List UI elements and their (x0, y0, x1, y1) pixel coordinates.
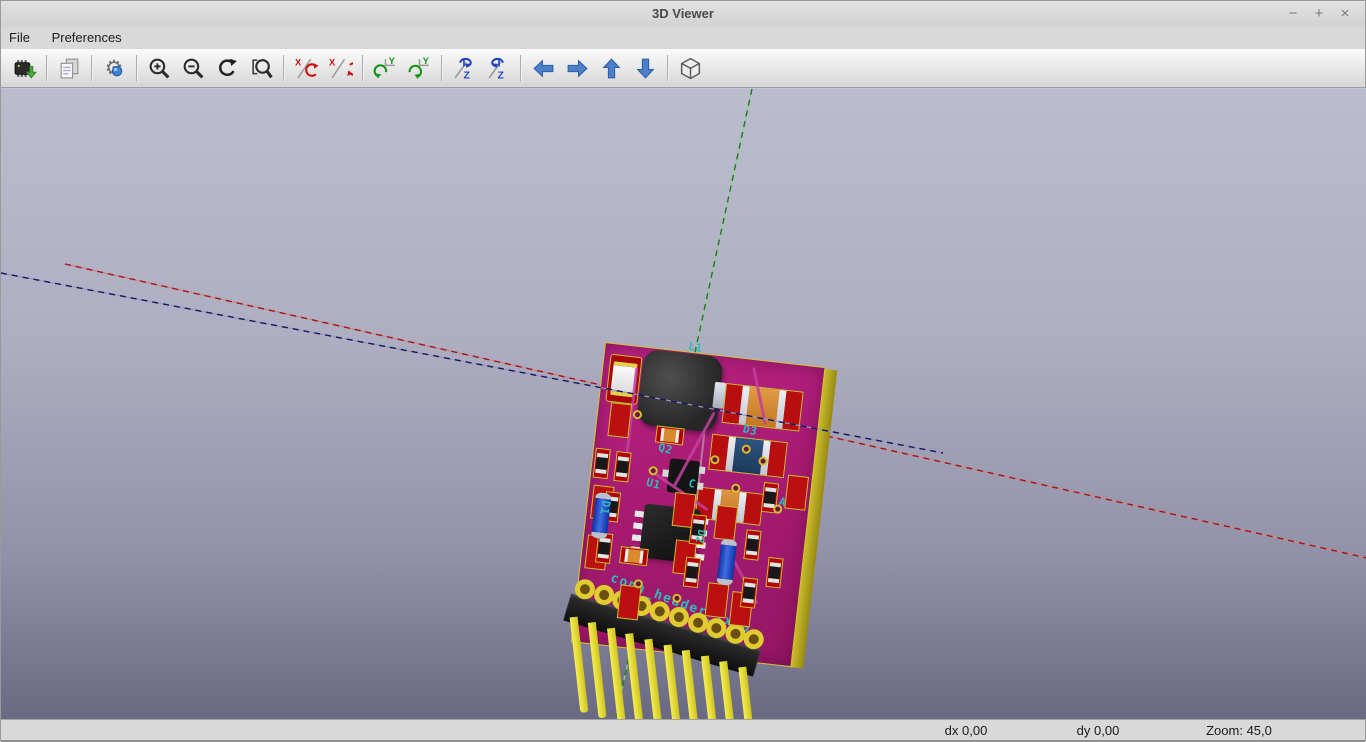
arrow-left-icon (531, 56, 556, 81)
toolbar-separator (441, 55, 442, 81)
toolbar-separator (91, 55, 92, 81)
toolbar: ⚙ (1, 49, 1365, 88)
toolbar-separator (283, 55, 284, 81)
magnifier-minus-icon (181, 56, 206, 81)
magnifier-fit-icon (249, 56, 274, 81)
pcb-pad (785, 476, 808, 510)
refresh-arrow-icon (215, 56, 240, 81)
move-left-button[interactable] (528, 53, 558, 83)
svg-text:Y: Y (422, 56, 429, 66)
copy-pages-icon (57, 56, 82, 81)
arrow-right-icon (565, 56, 590, 81)
rotate-x-counterclockwise-icon: X (328, 56, 353, 81)
rotate-x-clockwise-icon: X (294, 56, 319, 81)
minimize-button[interactable]: − (1283, 1, 1303, 27)
svg-text:Z: Z (463, 70, 470, 81)
toolbar-separator (136, 55, 137, 81)
header-pin (607, 628, 625, 719)
redraw-button[interactable] (212, 53, 242, 83)
wireframe-cube-icon (678, 56, 703, 81)
pcb-pad (618, 585, 641, 619)
title-bar[interactable]: 3D Viewer − + × (1, 1, 1365, 27)
status-dx: dx 0,00 (911, 723, 1021, 738)
rotate-z-cw-button[interactable]: Z (449, 53, 479, 83)
pcb-silkscreen-label: D1 (597, 499, 613, 516)
svg-text:X: X (329, 57, 336, 67)
arrow-up-icon (599, 56, 624, 81)
maximize-button[interactable]: + (1309, 1, 1329, 27)
status-zoom: Zoom: 45,0 (1169, 723, 1309, 738)
pcb-3d-model: conn_header_1x10 L1D3CAU1Q2D1D2 (571, 342, 826, 667)
pcb-pad (715, 506, 738, 540)
reload-board-button[interactable] (9, 53, 39, 83)
status-dy: dy 0,00 (1043, 723, 1153, 738)
status-bar: dx 0,00 dy 0,00 Zoom: 45,0 (1, 719, 1365, 742)
rotate-y-ccw-button[interactable]: Y (404, 53, 434, 83)
move-right-button[interactable] (562, 53, 592, 83)
toolbar-separator (520, 55, 521, 81)
pcb-pad (706, 583, 729, 617)
rotate-x-cw-button[interactable]: X (291, 53, 321, 83)
rotate-z-counterclockwise-icon: Z (486, 56, 511, 81)
pcb-silkscreen-label: D2 (693, 528, 709, 545)
copy-image-button[interactable] (54, 53, 84, 83)
header-pin (663, 644, 681, 719)
rotate-z-ccw-button[interactable]: Z (483, 53, 513, 83)
move-up-button[interactable] (596, 53, 626, 83)
menu-preferences[interactable]: Preferences (43, 27, 131, 49)
rotate-z-clockwise-icon: Z (452, 56, 477, 81)
viewport-canvas[interactable]: conn_header_1x10 L1D3CAU1Q2D1D2 (1, 88, 1366, 719)
toolbar-separator (362, 55, 363, 81)
toolbar-separator (46, 55, 47, 81)
ortho-projection-button[interactable] (675, 53, 705, 83)
pcb-chip-capacitor (620, 547, 648, 565)
menu-bar: File Preferences (1, 27, 1365, 49)
chip-reload-icon (12, 56, 37, 81)
arrow-down-icon (633, 56, 658, 81)
pcb-silkscreen-label: L1 (687, 340, 704, 356)
menu-file[interactable]: File (1, 27, 39, 49)
header-pin (625, 633, 643, 719)
rotate-y-clockwise-icon: Y (373, 56, 398, 81)
svg-text:Z: Z (497, 70, 504, 81)
rotate-y-cw-button[interactable]: Y (370, 53, 400, 83)
rotate-x-ccw-button[interactable]: X (325, 53, 355, 83)
svg-text:X: X (295, 57, 302, 67)
move-down-button[interactable] (630, 53, 660, 83)
magnifier-plus-icon (147, 56, 172, 81)
close-button[interactable]: × (1335, 1, 1355, 27)
header-pin (569, 617, 587, 713)
render-sphere-icon (102, 56, 127, 81)
header-pin (588, 622, 606, 718)
zoom-fit-button[interactable] (246, 53, 276, 83)
svg-text:Y: Y (388, 56, 395, 66)
rotate-y-counterclockwise-icon: Y (407, 56, 432, 81)
zoom-in-button[interactable] (144, 53, 174, 83)
zoom-out-button[interactable] (178, 53, 208, 83)
toolbar-separator (667, 55, 668, 81)
render-options-button[interactable]: ⚙ (99, 53, 129, 83)
window-title: 3D Viewer (1, 1, 1365, 27)
app-window: 3D Viewer − + × File Preferences (0, 0, 1366, 741)
pcb-pad (608, 403, 631, 437)
pcb-transistor-q2 (666, 458, 700, 495)
header-pin (644, 639, 662, 719)
